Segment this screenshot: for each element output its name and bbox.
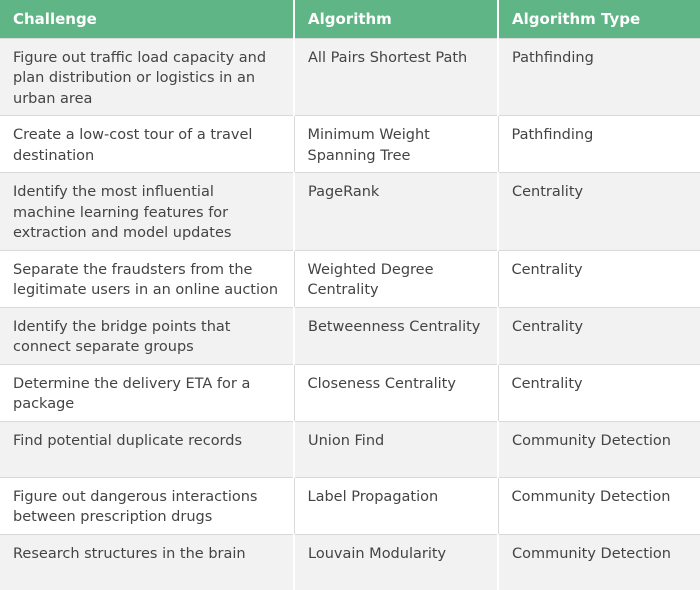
table-row: Figure out traffic load capacity and pla…: [0, 38, 700, 116]
table-header: Challenge Algorithm Algorithm Type: [0, 0, 700, 38]
table-row: Research structures in the brain Louvain…: [0, 534, 700, 590]
table-row: Find potential duplicate records Union F…: [0, 421, 700, 477]
cell-algorithm: Louvain Modularity: [294, 534, 499, 590]
cell-challenge: Figure out traffic load capacity and pla…: [0, 38, 295, 116]
header-algorithm: Algorithm: [294, 0, 499, 38]
table-row: Identify the most influential machine le…: [0, 172, 700, 250]
cell-algorithm: Union Find: [294, 421, 499, 477]
cell-algorithm-type: Centrality: [512, 184, 584, 200]
header-challenge: Challenge: [0, 0, 295, 38]
cell-algorithm-type: Community Detection: [512, 545, 671, 562]
algorithm-table: Challenge Algorithm Algorithm Type Figur…: [0, 0, 700, 590]
header-algorithm-type: Algorithm Type: [498, 0, 700, 38]
cell-challenge: Research structures in the brain: [0, 534, 295, 590]
cell-algorithm-type: Pathfinding: [511, 127, 594, 143]
cell-algorithm-type: Pathfinding: [512, 49, 594, 66]
cell-challenge: Separate the fraudsters from the legitim…: [0, 250, 295, 307]
table-row: Create a low-cost tour of a travel desti…: [0, 115, 700, 173]
cell-algorithm: PageRank: [294, 172, 499, 250]
cell-challenge: Identify the bridge points that connect …: [0, 307, 295, 364]
table-row: Figure out dangerous interactions betwee…: [0, 477, 700, 534]
cell-algorithm: Minimum Weight Spanning Tree: [294, 115, 499, 173]
cell-challenge: Figure out dangerous interactions betwee…: [0, 477, 295, 534]
cell-algorithm-type: Centrality: [512, 318, 584, 335]
table-body: Figure out traffic load capacity and pla…: [0, 38, 700, 590]
table-row: Identify the bridge points that connect …: [0, 307, 700, 364]
cell-algorithm: All Pairs Shortest Path: [294, 38, 499, 116]
cell-challenge: Determine the delivery ETA for a package: [0, 364, 295, 421]
cell-challenge: Create a low-cost tour of a travel desti…: [0, 115, 295, 173]
table-row: Separate the fraudsters from the legitim…: [0, 250, 700, 307]
cell-algorithm-type: Centrality: [511, 375, 583, 392]
cell-algorithm-type: Community Detection: [511, 488, 671, 505]
header-row: Challenge Algorithm Algorithm Type: [0, 0, 700, 38]
table-row: Determine the delivery ETA for a package…: [0, 364, 700, 421]
cell-algorithm: Label Propagation: [294, 477, 499, 534]
cell-algorithm: Closeness Centrality: [294, 364, 499, 421]
cell-challenge: Identify the most influential machine le…: [0, 172, 295, 250]
cell-challenge: Find potential duplicate records: [0, 421, 295, 477]
cell-algorithm-type: Centrality: [511, 261, 583, 278]
cell-algorithm: Weighted Degree Centrality: [294, 250, 499, 307]
cell-algorithm: Betweenness Centrality: [294, 307, 499, 364]
cell-algorithm-type: Community Detection: [512, 432, 671, 449]
